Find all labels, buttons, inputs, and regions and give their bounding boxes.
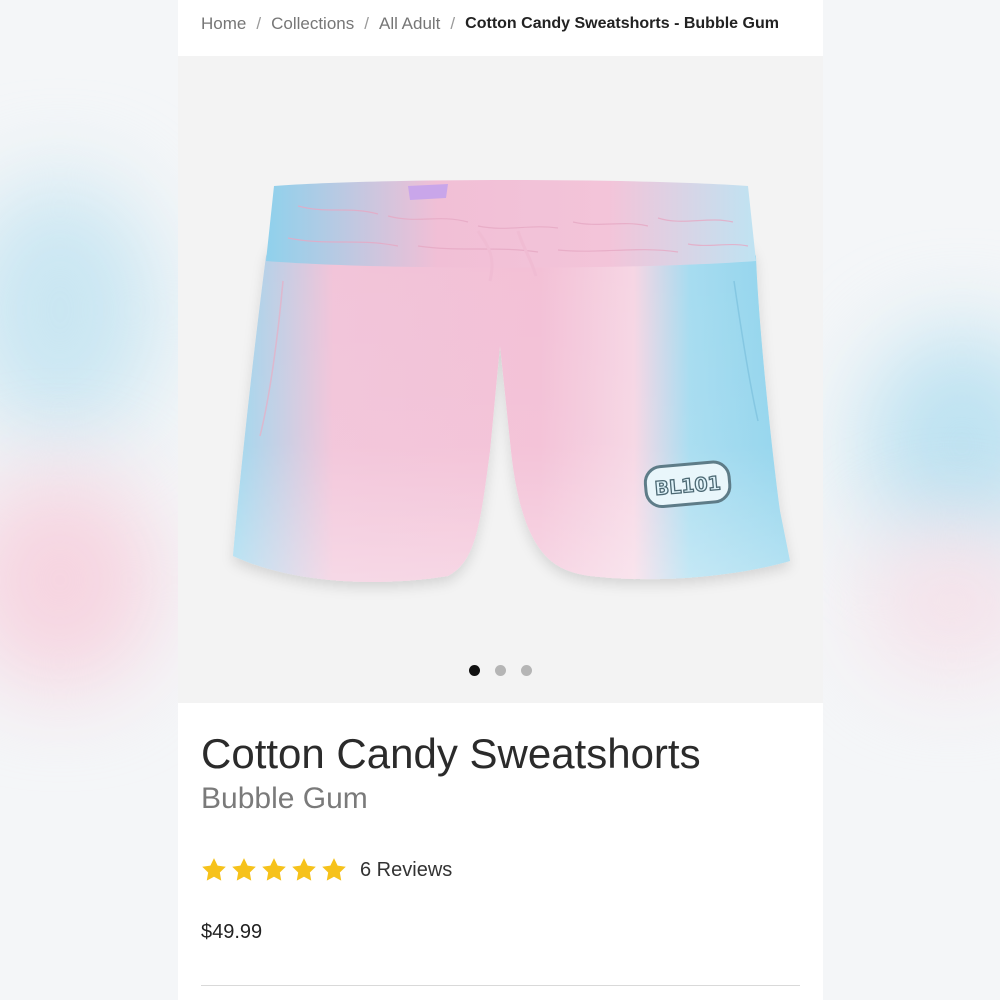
star-icon — [200, 856, 228, 884]
product-price: $49.99 — [201, 921, 263, 943]
product-card: Home / Collections / All Adult / Cotton … — [178, 0, 823, 1000]
shorts-waistband — [266, 180, 756, 268]
breadcrumb-separator: / — [364, 14, 369, 33]
carousel-dots — [178, 665, 823, 676]
reviews-link[interactable]: 6 Reviews — [360, 859, 452, 882]
carousel-dot[interactable] — [495, 665, 506, 676]
product-image[interactable]: BL101 — [178, 56, 823, 703]
product-title: Cotton Candy Sweatshorts — [201, 730, 701, 777]
star-rating — [200, 856, 348, 884]
product-variant: Bubble Gum — [201, 782, 368, 815]
breadcrumb-all-adult[interactable]: All Adult — [379, 14, 440, 34]
star-icon — [290, 856, 318, 884]
carousel-dot[interactable] — [469, 665, 480, 676]
divider — [201, 985, 800, 986]
star-icon — [320, 856, 348, 884]
breadcrumb-home[interactable]: Home — [201, 14, 246, 34]
product-rating[interactable]: 6 Reviews — [200, 856, 452, 884]
breadcrumb: Home / Collections / All Adult / Cotton … — [201, 12, 779, 36]
bl101-logo: BL101 — [643, 460, 732, 509]
star-icon — [260, 856, 288, 884]
background-left-blur — [0, 0, 178, 1000]
carousel-dot[interactable] — [521, 665, 532, 676]
product-image-gallery[interactable]: BL101 — [178, 56, 823, 703]
breadcrumb-separator: / — [450, 14, 456, 33]
breadcrumb-current: Cotton Candy Sweatshorts - Bubble Gum — [465, 15, 779, 32]
breadcrumb-collections[interactable]: Collections — [271, 14, 354, 34]
background-right-blur — [822, 0, 1000, 1000]
breadcrumb-separator: / — [256, 14, 262, 33]
star-icon — [230, 856, 258, 884]
